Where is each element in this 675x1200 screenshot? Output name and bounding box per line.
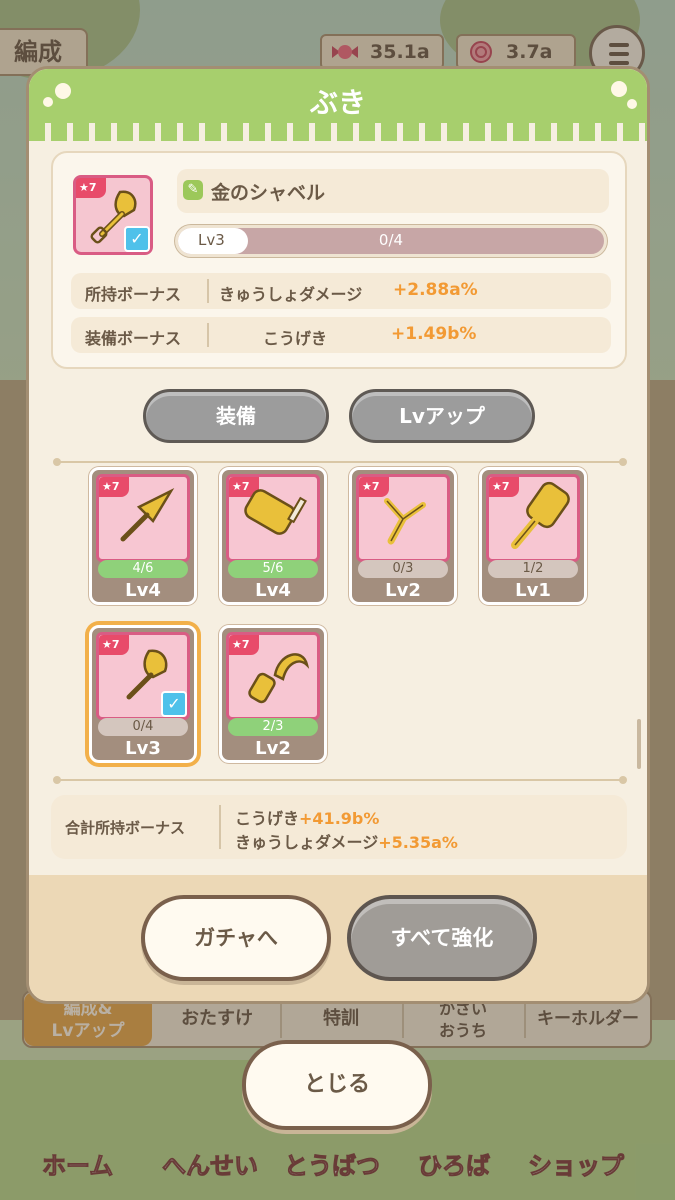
total-stat: こうげき	[235, 809, 300, 828]
count-badge: 4/6	[98, 560, 188, 578]
total-bonus-line: きゅうしょダメージ+5.35a%	[235, 829, 458, 853]
arrowhead-icon	[120, 487, 175, 542]
weapon-art: ★7	[486, 474, 580, 562]
weapon-art: ★7	[226, 474, 320, 562]
selected-weapon-thumb: ★7 ✓	[73, 175, 153, 255]
weapon-level: Lv3	[125, 738, 161, 759]
hammer-icon	[244, 489, 307, 535]
close-button[interactable]: とじる	[242, 1040, 432, 1130]
divider-line	[59, 779, 623, 781]
divider-dot	[53, 458, 61, 466]
divider-dot	[619, 776, 627, 784]
own-bonus-label: 所持ボーナス	[85, 285, 182, 304]
header-scallop	[29, 123, 647, 141]
weapon-art: ★7 ✓	[96, 632, 190, 720]
count-badge: 0/3	[358, 560, 448, 578]
weapon-level: Lv4	[125, 580, 161, 601]
upgrade-all-button[interactable]: すべて強化	[347, 895, 537, 981]
own-bonus-row: 所持ボーナス きゅうしょダメージ +2.88a%	[71, 273, 611, 309]
weapon-art: ★7	[356, 474, 450, 562]
selected-weapon-panel: ★7 ✓ ✎ 金のシャベル Lv3 0/4 所持ボーナス きゅうしょダメージ +…	[51, 151, 627, 369]
count-badge: 2/3	[228, 718, 318, 736]
equip-bonus-value: +1.49b%	[391, 324, 477, 344]
leaf-icon: ✎	[183, 180, 203, 200]
equipped-check-icon: ✓	[124, 226, 150, 252]
weapon-card[interactable]: ★7 2/3 Lv2	[219, 625, 327, 763]
level-progress-bar: Lv3 0/4	[175, 225, 607, 257]
weapon-level: Lv2	[385, 580, 421, 601]
own-bonus-stat: きゅうしょダメージ	[219, 285, 363, 304]
spatula-icon	[511, 481, 570, 549]
modal-header: ぶき	[29, 69, 647, 141]
total-stat: きゅうしょダメージ	[235, 833, 379, 852]
weapon-art: ★7	[226, 632, 320, 720]
row-divider	[207, 279, 209, 303]
own-bonus-value: +2.88a%	[393, 280, 478, 300]
weapon-level: Lv1	[515, 580, 551, 601]
slingshot-icon	[384, 498, 426, 545]
divider-line	[59, 461, 623, 463]
weapon-card-selected[interactable]: ★7 ✓ 0/4 Lv3	[89, 625, 197, 763]
modal-title: ぶき	[309, 86, 366, 119]
grid-scrollbar[interactable]	[637, 719, 641, 769]
total-bonus-label: 合計所持ボーナス	[65, 819, 186, 837]
total-bonus-panel: 合計所持ボーナス こうげき+41.9b% きゅうしょダメージ+5.35a%	[51, 795, 627, 859]
sickle-icon	[248, 653, 310, 704]
divider-dot	[619, 458, 627, 466]
equip-bonus-stat: こうげき	[263, 329, 328, 348]
total-value: +41.9b%	[299, 809, 380, 828]
count-badge: 1/2	[488, 560, 578, 578]
gacha-button[interactable]: ガチャへ	[141, 895, 331, 981]
total-bonus-line: こうげき+41.9b%	[235, 805, 379, 829]
weapon-art: ★7	[96, 474, 190, 562]
weapon-card[interactable]: ★7 4/6 Lv4	[89, 467, 197, 605]
equip-bonus-label: 装備ボーナス	[85, 329, 182, 348]
weapon-level: Lv4	[255, 580, 291, 601]
progress-text: 0/4	[378, 231, 404, 249]
weapon-level: Lv2	[255, 738, 291, 759]
weapon-name: 金のシャベル	[211, 182, 326, 204]
weapon-card[interactable]: ★7 5/6 Lv4	[219, 467, 327, 605]
row-divider	[207, 323, 209, 347]
equip-button[interactable]: 装備	[143, 389, 329, 443]
total-value: +5.35a%	[378, 833, 458, 852]
count-badge: 5/6	[228, 560, 318, 578]
modal-footer	[29, 875, 647, 1001]
weapon-card[interactable]: ★7 1/2 Lv1	[479, 467, 587, 605]
row-divider	[219, 805, 221, 849]
equipped-check-icon: ✓	[161, 691, 187, 717]
weapon-name-row: ✎ 金のシャベル	[177, 169, 609, 213]
count-badge: 0/4	[98, 718, 188, 736]
equip-bonus-row: 装備ボーナス こうげき +1.49b%	[71, 317, 611, 353]
weapon-card[interactable]: ★7 0/3 Lv2	[349, 467, 457, 605]
lvup-button[interactable]: Lvアップ	[349, 389, 535, 443]
divider-dot	[53, 776, 61, 784]
weapon-modal: ぶき ★7 ✓ ✎ 金のシャベル Lv3 0/4 所持ボーナス きゅうしょダメー…	[26, 66, 650, 1004]
